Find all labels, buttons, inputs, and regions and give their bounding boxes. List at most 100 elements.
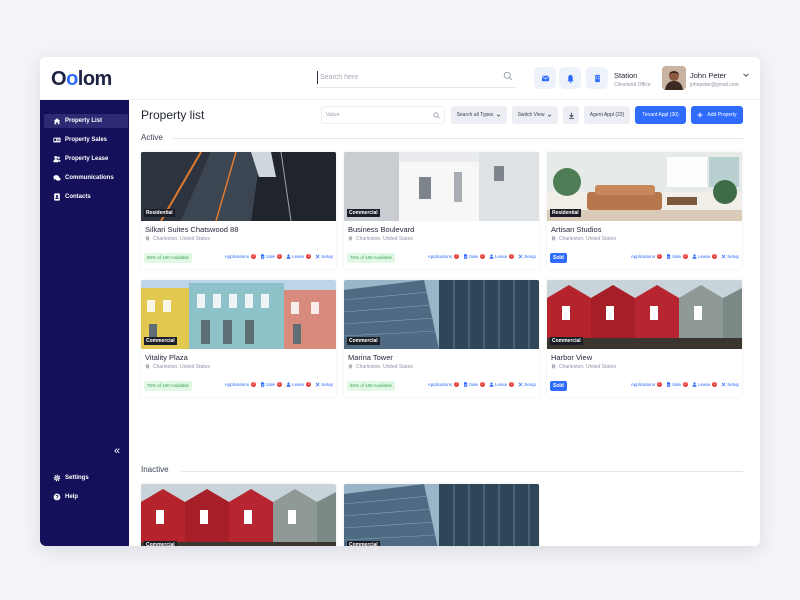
user-icon [692,382,697,387]
property-location: Charleston, United States [145,236,210,242]
document-icon [463,254,468,259]
agent-applications-button[interactable]: Agent Appl (23) [584,106,630,124]
property-name[interactable]: Harbor View [551,353,592,362]
property-card[interactable]: Commercial Business Boulevard Charleston, … [344,152,539,269]
building-button[interactable] [586,67,608,89]
applications-link[interactable]: Applications 2 [631,382,662,387]
setup-link[interactable]: Setup [315,254,333,259]
sidebar-item-communications[interactable]: Communications [44,171,128,185]
availability-badge: 75% of 100 Available [144,381,192,391]
setup-link[interactable]: Setup [518,254,536,259]
property-card[interactable]: Residential Artisan Studios Charleston, Un… [547,152,742,269]
lease-link[interactable]: Lease 2 [692,382,718,387]
global-search-input[interactable] [320,70,490,85]
applications-link[interactable]: Applications 2 [631,254,662,259]
property-image[interactable] [344,484,539,546]
sidebar-item-contacts[interactable]: Contacts [44,190,128,204]
applications-label: Applications [224,254,249,259]
sale-link[interactable]: Sale 2 [260,254,282,259]
lease-link[interactable]: Lease 2 [286,254,312,259]
sale-link[interactable]: Sale 2 [260,382,282,387]
property-actions: Applications 2 Sale 2 Lease 2 Setup [221,254,333,259]
location-pin-icon [145,364,150,369]
sidebar-item-settings[interactable]: Settings [44,471,128,485]
applications-link[interactable]: Applications 2 [225,254,256,259]
count-badge: 2 [453,382,459,387]
count-badge: 2 [509,254,515,259]
search-icon[interactable] [503,71,513,81]
lease-link[interactable]: Lease 2 [489,382,515,387]
section-inactive-label: Inactive [141,465,169,474]
user-icon [489,382,494,387]
property-card[interactable]: CommercialHarbor ViewCharleston, United … [141,484,336,546]
setup-link[interactable]: Setup [518,382,536,387]
avatar[interactable] [662,66,686,90]
user-photo [662,66,686,90]
search-types-dropdown[interactable]: Search all Types [451,106,507,124]
sidebar-item-property-list[interactable]: Property List [44,114,128,128]
sidebar-item-help[interactable]: Help [44,490,128,504]
setup-link[interactable]: Setup [721,254,739,259]
applications-label: Applications [427,382,452,387]
lease-link[interactable]: Lease 2 [286,382,312,387]
chevron-down-icon[interactable] [742,71,750,79]
count-badge: 2 [250,254,256,259]
property-card[interactable]: CommercialHarbor ViewCharleston, United … [547,280,742,397]
property-location-text: Charleston, United States [559,364,616,370]
lease-link[interactable]: Lease 2 [489,254,515,259]
location-pin-icon [551,236,556,241]
sale-link[interactable]: Sale 2 [666,382,688,387]
switch-view-dropdown[interactable]: Switch View [512,106,558,124]
notifications-button[interactable] [559,67,581,89]
setup-link[interactable]: Setup [721,382,739,387]
sale-link[interactable]: Sale 2 [666,254,688,259]
tools-icon [315,254,320,259]
property-name[interactable]: Vitality Plaza [145,353,188,362]
property-image[interactable] [141,484,336,546]
sidebar-item-label: Help [65,494,79,500]
station-selector[interactable]: Station Cleveland Office [614,71,651,88]
global-search[interactable] [316,67,516,88]
sidebar-item-property-lease[interactable]: Property Lease [44,152,128,166]
property-card[interactable]: Commercial Vitality Plaza Charleston, Unit… [141,280,336,397]
setup-label: Setup [524,382,536,387]
applications-link[interactable]: Applications 2 [428,254,459,259]
property-card[interactable]: CommercialMarina TowerCharleston, United… [344,484,539,546]
property-name[interactable]: Business Boulevard [348,225,414,234]
download-icon [568,112,574,119]
app-logo[interactable]: Oolom [51,68,112,91]
value-filter-input[interactable] [326,109,426,121]
tenant-applications-button[interactable]: Tenant Appl (30) [635,106,686,124]
sale-link[interactable]: Sale 2 [463,382,485,387]
applications-link[interactable]: Applications 2 [225,382,256,387]
property-type-badge: Commercial [347,541,380,546]
sale-link[interactable]: Sale 2 [463,254,485,259]
property-actions: Applications 2 Sale 2 Lease 2 Setup [627,382,739,387]
user-icon [286,254,291,259]
setup-label: Setup [727,254,739,259]
mail-button[interactable] [534,67,556,89]
property-card[interactable]: CommercialMarina TowerCharleston, United… [344,280,539,397]
sale-label: Sale [265,254,275,259]
lease-link[interactable]: Lease 2 [692,254,718,259]
property-location: Charleston, United States [348,236,413,242]
value-filter[interactable] [321,106,445,124]
property-location: Charleston, United States [551,236,616,242]
sidebar-item-label: Communications [65,175,114,181]
property-name[interactable]: Marina Tower [348,353,393,362]
search-icon[interactable] [433,112,440,119]
text-caret [317,71,318,84]
availability-badge: 50% of 100 Available [347,381,395,391]
collapse-sidebar-button[interactable]: « [114,446,120,457]
property-card[interactable]: Residential Silkari Suites Chatswood 88 Ch… [141,152,336,269]
property-name[interactable]: Artisan Studios [551,225,601,234]
setup-link[interactable]: Setup [315,382,333,387]
property-type-badge: Commercial [144,541,177,546]
sidebar-item-property-sales[interactable]: Property Sales [44,133,128,147]
applications-link[interactable]: Applications 2 [428,382,459,387]
download-button[interactable] [563,106,579,124]
add-property-button[interactable]: Add Property [691,106,743,124]
sale-label: Sale [468,254,478,259]
property-name[interactable]: Silkari Suites Chatswood 88 [145,225,238,234]
property-location-text: Charleston, United States [356,364,413,370]
